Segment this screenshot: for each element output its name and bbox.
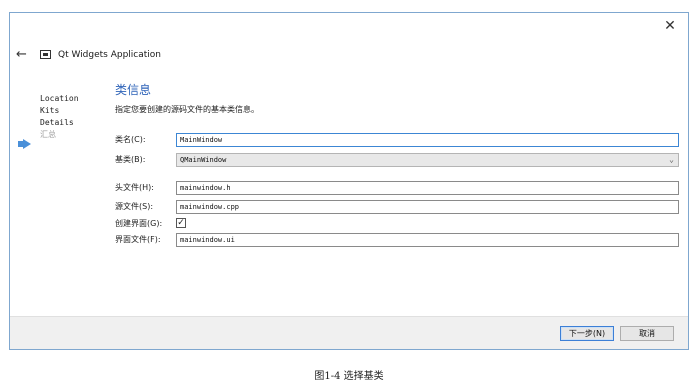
chevron-down-icon: ⌄	[669, 155, 674, 164]
app-window-icon	[40, 50, 51, 59]
source-file-input[interactable]: mainwindow.cpp	[176, 200, 679, 214]
header-file-label: 头文件(H):	[115, 183, 154, 192]
source-file-label: 源文件(S):	[115, 202, 154, 211]
page-title: 类信息	[115, 83, 152, 97]
generate-form-label: 创建界面(G):	[115, 219, 163, 228]
base-class-label: 基类(B):	[115, 155, 146, 164]
wizard-steps: Location Kits Details 汇总	[40, 93, 110, 141]
step-details: Details	[40, 118, 74, 127]
next-button[interactable]: 下一步(N)	[560, 326, 614, 341]
wizard-header: ← Qt Widgets Application	[10, 47, 688, 65]
generate-form-checkbox[interactable]: ✓	[176, 218, 186, 228]
step-location: Location	[40, 94, 79, 103]
form-file-label: 界面文件(F):	[115, 235, 161, 244]
class-name-input[interactable]: MainWindow	[176, 133, 679, 147]
base-class-value: QMainWindow	[180, 156, 227, 164]
form-file-input[interactable]: mainwindow.ui	[176, 233, 679, 247]
close-icon[interactable]: ✕	[662, 18, 678, 34]
back-arrow-icon[interactable]: ←	[16, 47, 27, 63]
base-class-select[interactable]: QMainWindow ⌄	[176, 153, 679, 167]
cancel-button[interactable]: 取消	[620, 326, 674, 341]
step-summary: 汇总	[40, 130, 56, 139]
class-name-label: 类名(C):	[115, 135, 146, 144]
header-file-input[interactable]: mainwindow.h	[176, 181, 679, 195]
current-step-arrow-icon	[18, 139, 31, 149]
wizard-footer: 下一步(N) 取消	[10, 316, 688, 349]
page-description: 指定您要创建的源码文件的基本类信息。	[115, 105, 259, 114]
figure-caption: 图1-4 选择基类	[314, 371, 384, 382]
wizard-dialog: ✕ ← Qt Widgets Application Location Kits…	[9, 12, 689, 350]
wizard-title: Qt Widgets Application	[58, 50, 162, 60]
step-kits: Kits	[40, 106, 60, 115]
